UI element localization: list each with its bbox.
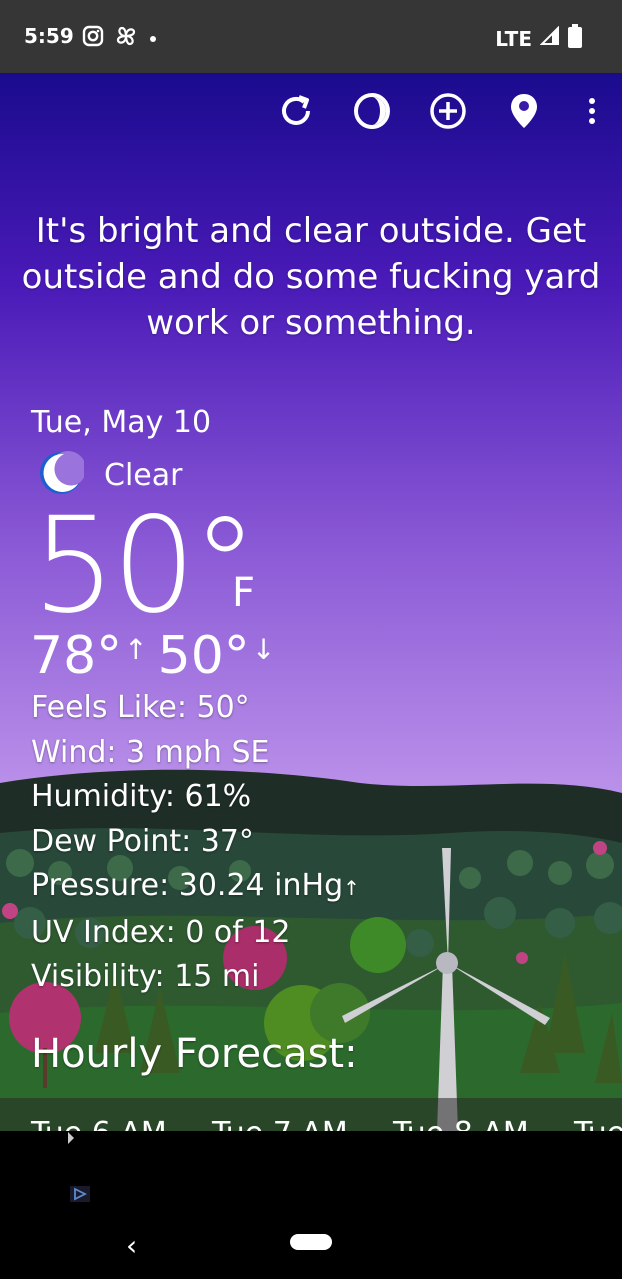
low-temperature: 50° bbox=[157, 626, 250, 686]
weather-details: Feels Like: 50° Wind: 3 mph SE Humidity:… bbox=[31, 686, 360, 1000]
status-system-icons: LTE bbox=[495, 24, 582, 53]
high-low: 78° ↑ 50° ↓ bbox=[30, 620, 285, 686]
weather-message: It's bright and clear outside. Get outsi… bbox=[21, 211, 601, 343]
wind: Wind: 3 mph SE bbox=[31, 734, 270, 770]
adchoices-icon[interactable] bbox=[70, 1186, 90, 1206]
hourly-item-label[interactable]: Tue bbox=[574, 1116, 622, 1131]
pressure-row: Pressure: 30.24 inHg↑ bbox=[31, 864, 360, 911]
pressure: Pressure: 30.24 inHg bbox=[31, 868, 344, 903]
location-button[interactable] bbox=[504, 93, 544, 133]
location-pin-icon bbox=[509, 92, 539, 134]
humidity: Humidity: 61% bbox=[31, 779, 252, 814]
back-icon[interactable]: ‹ bbox=[126, 1229, 137, 1262]
pressure-rising-icon: ↑ bbox=[343, 876, 360, 900]
refresh-button[interactable] bbox=[276, 93, 316, 133]
network-type: LTE bbox=[495, 26, 532, 51]
visibility: Visibility: 15 mi bbox=[31, 959, 260, 994]
pinwheel-icon bbox=[114, 24, 138, 52]
theme-icon bbox=[353, 92, 391, 134]
dew-point: Dew Point: 37° bbox=[31, 823, 254, 859]
hourly-item-label[interactable]: Tue 8 AM bbox=[393, 1116, 529, 1131]
temperature-unit: F bbox=[232, 570, 256, 616]
condition-text: Clear bbox=[104, 457, 183, 493]
hourly-item-label[interactable]: Tue 6 AM bbox=[31, 1116, 167, 1131]
add-location-icon bbox=[429, 92, 467, 134]
instagram-icon bbox=[82, 25, 104, 51]
signal-icon bbox=[539, 25, 560, 51]
more-vert-icon bbox=[588, 97, 596, 129]
status-bar: 5:59 LTE bbox=[0, 0, 622, 73]
dot-icon bbox=[148, 29, 158, 48]
current-temperature: 50° bbox=[32, 489, 258, 643]
navigation-bar: ‹ bbox=[0, 1215, 622, 1279]
hourly-item-label[interactable]: Tue 7 AM bbox=[212, 1116, 348, 1131]
theme-button[interactable] bbox=[352, 93, 392, 133]
arrow-up-icon: ↑ bbox=[124, 633, 148, 666]
hourly-forecast-title: Hourly Forecast: bbox=[31, 1031, 358, 1077]
arrow-down-icon: ↓ bbox=[251, 633, 276, 666]
toolbar bbox=[276, 93, 604, 133]
ad-marker-icon bbox=[68, 1131, 74, 1150]
status-notification-icons bbox=[82, 24, 158, 52]
home-pill[interactable] bbox=[290, 1234, 332, 1250]
more-options-button[interactable] bbox=[580, 93, 604, 133]
current-date: Tue, May 10 bbox=[31, 405, 212, 440]
weather-screen: It's bright and clear outside. Get outsi… bbox=[0, 73, 622, 1131]
battery-icon bbox=[568, 24, 582, 53]
hourly-forecast-list[interactable]: Tue 6 AM Tue 7 AM Tue 8 AM Tue bbox=[0, 1098, 622, 1131]
uv-index: UV Index: 0 of 12 bbox=[31, 914, 291, 950]
feels-like: Feels Like: 50° bbox=[31, 690, 250, 725]
status-time: 5:59 bbox=[24, 24, 74, 48]
add-location-button[interactable] bbox=[428, 93, 468, 133]
refresh-icon bbox=[277, 92, 315, 134]
high-temperature: 78° bbox=[30, 626, 123, 686]
